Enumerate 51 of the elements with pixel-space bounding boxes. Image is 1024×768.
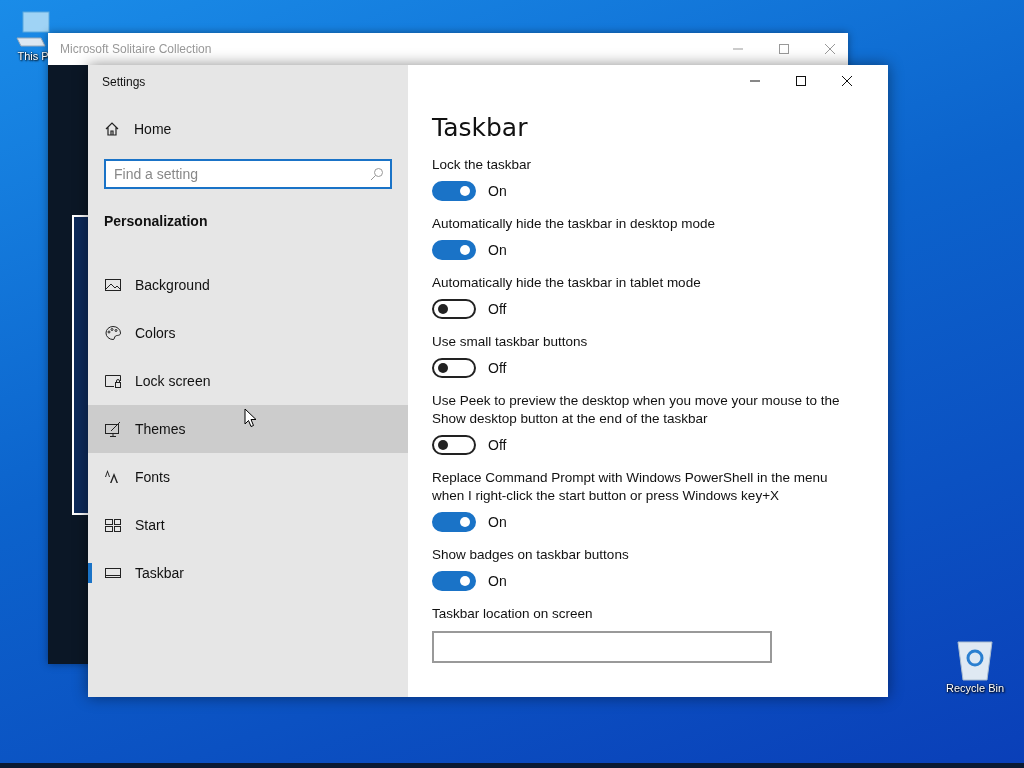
computer-icon[interactable] bbox=[13, 10, 53, 50]
setting-label: Lock the taskbar bbox=[432, 156, 533, 174]
picture-icon bbox=[104, 277, 122, 293]
search-field[interactable]: Find a setting bbox=[104, 159, 392, 189]
page-title: Taskbar bbox=[432, 113, 529, 142]
home-icon bbox=[104, 121, 120, 137]
toggle-state: On bbox=[488, 183, 507, 199]
setting-label: Use Peek to preview the desktop when you move your mouse to the Show desktop button at the end of the taskbar bbox=[432, 392, 841, 428]
close-icon[interactable] bbox=[841, 75, 853, 87]
palette-icon bbox=[104, 325, 122, 341]
setting-label: Automatically hide the taskbar in tablet mode bbox=[432, 274, 702, 292]
search-icon bbox=[370, 167, 384, 181]
toggle-state: On bbox=[488, 242, 507, 258]
recycle-bin-icon[interactable] bbox=[955, 638, 995, 682]
brush-icon bbox=[104, 421, 122, 437]
toggle-switch[interactable] bbox=[432, 299, 476, 319]
toggle-switch[interactable] bbox=[432, 181, 476, 201]
nav-item[interactable]: Colors bbox=[88, 309, 408, 357]
desktop-icon-label[interactable]: This P bbox=[17, 50, 49, 62]
setting-label: Use small taskbar buttons bbox=[432, 333, 589, 351]
toggle-switch[interactable] bbox=[432, 435, 476, 455]
nav-item[interactable]: Themes bbox=[88, 405, 408, 453]
window-title: Microsoft Solitaire Collection bbox=[60, 42, 212, 56]
setting-label: Show badges on taskbar buttons bbox=[432, 546, 630, 564]
lock-icon bbox=[104, 373, 122, 389]
toggle-switch[interactable] bbox=[432, 512, 476, 532]
nav-item[interactable]: Taskbar bbox=[88, 549, 408, 597]
nav-item[interactable]: Background bbox=[88, 261, 408, 309]
nav-item[interactable]: Start bbox=[88, 501, 408, 549]
maximize-icon[interactable] bbox=[795, 75, 807, 87]
nav-item[interactable]: Lock screen bbox=[88, 357, 408, 405]
toggle-state: Off bbox=[488, 301, 507, 317]
mouse-cursor-icon bbox=[244, 408, 257, 428]
setting-label: Automatically hide the taskbar in desktop mode bbox=[432, 215, 716, 233]
home-link[interactable]: Home bbox=[104, 121, 172, 137]
setting-label: Replace Command Prompt with Windows PowerShell in the menu when I right-click the start button or press Windows key+X bbox=[432, 469, 829, 505]
setting-label: Taskbar location on screen bbox=[432, 605, 594, 623]
dropdown-field[interactable] bbox=[432, 631, 772, 663]
toggle-state: On bbox=[488, 514, 507, 530]
nav-item[interactable]: Fonts bbox=[88, 453, 408, 501]
toggle-state: On bbox=[488, 573, 507, 589]
toggle-switch[interactable] bbox=[432, 571, 476, 591]
toggle-state: Off bbox=[488, 360, 507, 376]
taskbar-icon bbox=[104, 565, 122, 581]
toggle-switch[interactable] bbox=[432, 358, 476, 378]
desktop-icon-label[interactable]: Recycle Bin bbox=[945, 682, 1005, 694]
toggle-switch[interactable] bbox=[432, 240, 476, 260]
start-icon bbox=[104, 517, 122, 533]
section-heading: Personalization bbox=[104, 213, 209, 229]
window-title: Settings bbox=[102, 75, 147, 89]
toggle-state: Off bbox=[488, 437, 507, 453]
